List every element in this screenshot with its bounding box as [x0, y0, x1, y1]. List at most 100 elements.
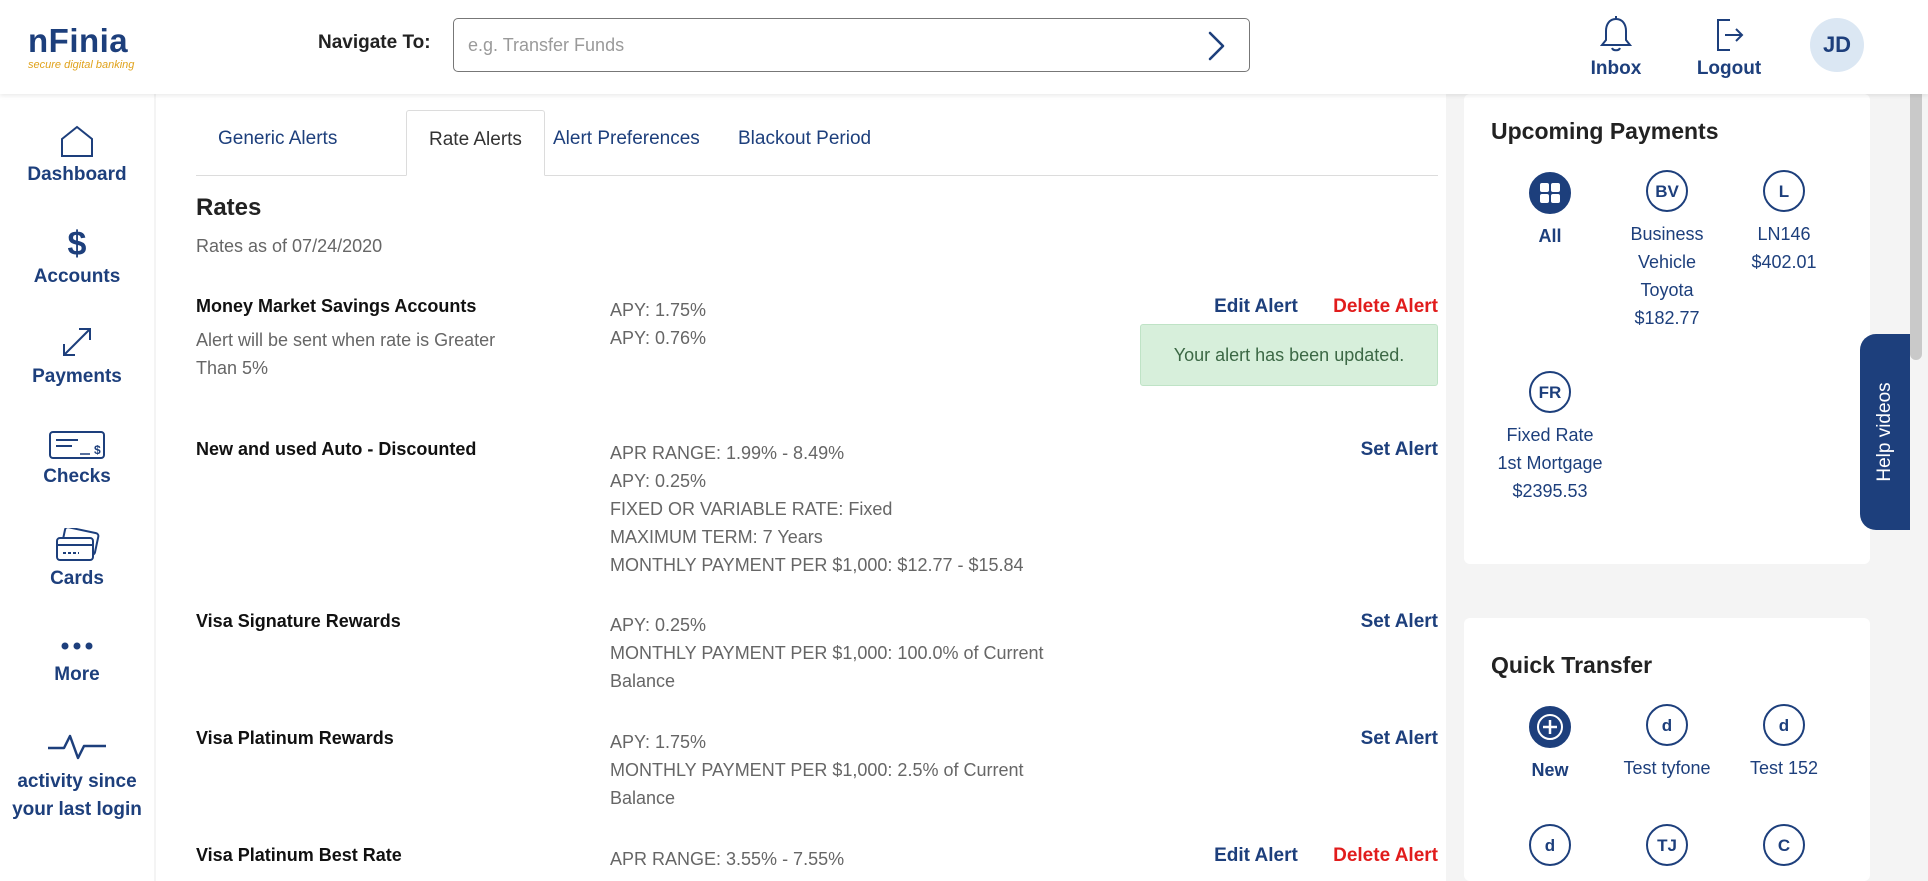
navigate-label: Navigate To: [318, 32, 431, 53]
recipient-badge: TJ [1646, 824, 1688, 866]
page-scrollbar[interactable] [1910, 48, 1922, 360]
sidebar-item-more[interactable]: More [0, 634, 154, 686]
rate-detail: APR RANGE: 3.55% - 7.55% [610, 849, 845, 869]
quick-transfer-title: Quick Transfer [1491, 652, 1653, 678]
transfer-recipient[interactable]: C [1724, 824, 1844, 874]
sidebar-item-label: Checks [43, 466, 111, 487]
chevron-right-icon[interactable] [1201, 30, 1231, 62]
rate-details: APY: 1.75% MONTHLY PAYMENT PER $1,000: 2… [610, 728, 1090, 812]
rate-details: APY: 0.25% MONTHLY PAYMENT PER $1,000: 1… [610, 611, 1090, 695]
sidebar-item-label: Cards [50, 568, 104, 589]
inbox-button[interactable]: Inbox [1588, 16, 1644, 80]
navigate-input[interactable] [468, 31, 1168, 59]
help-videos-tab[interactable]: Help videos [1860, 334, 1910, 530]
upcoming-payments-title: Upcoming Payments [1491, 118, 1719, 144]
tab-rate-alerts[interactable]: Rate Alerts [406, 110, 545, 176]
payee-item[interactable]: BV Business Vehicle Toyota $182.77 [1607, 170, 1727, 332]
tab-alert-preferences[interactable]: Alert Preferences [531, 110, 722, 176]
set-alert-link[interactable]: Set Alert [1361, 611, 1438, 632]
rate-row: Visa Platinum Best Rate APR RANGE: 3.55%… [196, 845, 1438, 881]
sidebar-item-label: activity since your last login [12, 771, 142, 820]
rate-details: APR RANGE: 3.55% - 7.55% [610, 845, 1090, 873]
payee-item[interactable]: FR Fixed Rate 1st Mortgage $2395.53 [1490, 371, 1610, 505]
check-icon: $ [49, 431, 105, 459]
rate-detail: FIXED OR VARIABLE RATE: Fixed [610, 499, 893, 519]
payee-badge: BV [1646, 170, 1688, 212]
rate-detail: MAXIMUM TERM: 7 Years [610, 527, 823, 547]
navigate-field[interactable] [453, 18, 1250, 72]
payee-item[interactable]: L LN146 $402.01 [1724, 170, 1844, 276]
transfer-recipient[interactable]: d [1490, 824, 1610, 874]
rate-detail: MONTHLY PAYMENT PER $1,000: $12.77 - $15… [610, 555, 1024, 575]
more-dots-icon [61, 642, 93, 650]
payee-all[interactable]: All [1490, 172, 1610, 250]
upcoming-payments-card: Upcoming Payments All BV Business Vehicl… [1464, 94, 1870, 564]
main-content: Generic Alerts Rate Alerts Alert Prefere… [156, 94, 1446, 881]
rate-detail: APY: 0.76% [610, 328, 707, 348]
dollar-icon: $ [68, 225, 87, 260]
rate-name: New and used Auto - Discounted [196, 439, 477, 459]
user-avatar[interactable]: JD [1810, 18, 1864, 72]
payee-amount: $402.01 [1751, 252, 1817, 272]
tab-blackout-period[interactable]: Blackout Period [716, 110, 893, 176]
transfer-arrows-icon [63, 328, 91, 356]
delete-alert-link[interactable]: Delete Alert [1333, 845, 1438, 866]
payee-label: 1st Mortgage [1497, 453, 1603, 473]
sidebar-item-label: More [54, 664, 100, 685]
rate-row: Money Market Savings Accounts Alert will… [196, 296, 1438, 396]
recipient-badge: d [1763, 704, 1805, 746]
bell-icon [1599, 16, 1633, 52]
transfer-recipient[interactable]: d Test 152 [1724, 704, 1844, 782]
rates-title: Rates [196, 194, 262, 221]
transfer-new[interactable]: New [1490, 706, 1610, 784]
recipient-badge: d [1646, 704, 1688, 746]
plus-icon [1529, 706, 1571, 748]
rate-detail: APY: 1.75% [610, 732, 707, 752]
payee-label: All [1538, 226, 1562, 246]
edit-alert-link[interactable]: Edit Alert [1214, 845, 1298, 866]
transfer-recipient[interactable]: d Test tyfone [1607, 704, 1727, 782]
rate-actions: Set Alert [1331, 611, 1438, 633]
rate-name: Visa Platinum Best Rate [196, 845, 402, 865]
payee-label: Vehicle [1637, 252, 1697, 272]
sidebar-item-payments[interactable]: Payments [0, 324, 154, 388]
set-alert-link[interactable]: Set Alert [1361, 439, 1438, 460]
rate-row: Visa Signature Rewards APY: 0.25% MONTHL… [196, 611, 1438, 701]
rate-details: APY: 1.75% APY: 0.76% [610, 296, 1090, 352]
payee-amount: $2395.53 [1512, 481, 1588, 501]
set-alert-link[interactable]: Set Alert [1361, 728, 1438, 749]
rate-detail: APY: 0.25% [610, 615, 707, 635]
sidebar-item-activity[interactable]: activity since your last login [0, 730, 154, 824]
payee-label: LN146 [1757, 224, 1811, 244]
rate-detail: MONTHLY PAYMENT PER $1,000: 100.0% of Cu… [610, 643, 1044, 691]
activity-pulse-icon [48, 734, 106, 760]
sidebar-item-label: Dashboard [27, 164, 127, 185]
logo-text: nFinia [28, 22, 129, 59]
recipient-badge: d [1529, 824, 1571, 866]
top-header: nFinia secure digital banking Navigate T… [0, 0, 1928, 94]
logo-tagline: secure digital banking [28, 59, 135, 71]
logout-button[interactable]: Logout [1694, 16, 1764, 80]
payee-label: Toyota [1640, 280, 1694, 300]
payee-label: Fixed Rate [1506, 425, 1594, 445]
rate-actions: Set Alert [1331, 728, 1438, 750]
rate-alert-note: Alert will be sent when rate is Greater … [196, 330, 496, 378]
tab-generic-alerts[interactable]: Generic Alerts [196, 110, 359, 176]
svg-text:$: $ [94, 443, 101, 457]
sidebar-item-label: Payments [32, 366, 122, 387]
quick-transfer-card: Quick Transfer New d Test tyfone d Test … [1464, 618, 1870, 881]
brand-logo[interactable]: nFinia secure digital banking [28, 22, 135, 72]
rate-row: New and used Auto - Discounted APR RANGE… [196, 439, 1438, 589]
sidebar-item-checks[interactable]: $ Checks [0, 430, 154, 488]
delete-alert-link[interactable]: Delete Alert [1333, 296, 1438, 317]
rate-actions: Edit Alert Delete Alert [1184, 845, 1438, 867]
edit-alert-link[interactable]: Edit Alert [1214, 296, 1298, 317]
transfer-recipient[interactable]: TJ [1607, 824, 1727, 874]
alert-tabs: Generic Alerts Rate Alerts Alert Prefere… [196, 110, 1438, 176]
logout-label: Logout [1696, 58, 1762, 79]
sidebar-item-cards[interactable]: Cards [0, 528, 154, 590]
sidebar-item-accounts[interactable]: $ Accounts [0, 224, 154, 288]
sidebar-item-dashboard[interactable]: Dashboard [0, 124, 154, 186]
help-videos-label: Help videos [1874, 382, 1895, 482]
rate-detail: MONTHLY PAYMENT PER $1,000: 2.5% of Curr… [610, 760, 1024, 808]
